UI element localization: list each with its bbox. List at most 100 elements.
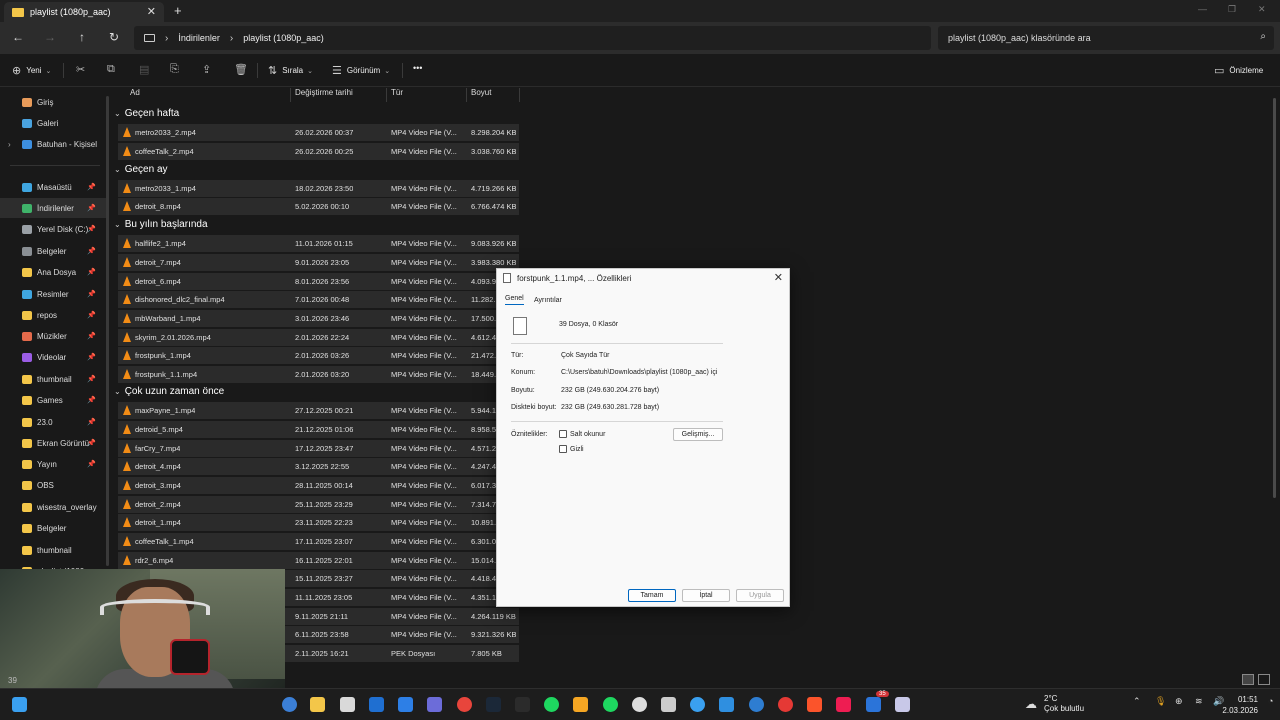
- sidebar-item[interactable]: Yayın 📌: [0, 454, 106, 474]
- ok-button[interactable]: Tamam: [628, 589, 676, 602]
- sidebar-item[interactable]: 23.0 📌: [0, 412, 106, 432]
- file-row[interactable]: detroid_5.mp4 21.12.2025 01:06 MP4 Video F…: [118, 421, 519, 438]
- teams-icon[interactable]: [427, 697, 442, 712]
- obs-icon[interactable]: [632, 697, 647, 712]
- sidebar-item[interactable]: wisestra_overlay: [0, 497, 106, 517]
- file-row[interactable]: detroit_7.mp4 9.01.2026 23:05 MP4 Video Fi…: [118, 254, 519, 271]
- new-button[interactable]: ⊕ Yeni ⌄: [12, 64, 51, 77]
- cut-icon[interactable]: ✂: [76, 63, 85, 76]
- sidebar-item[interactable]: Ana Dosya 📌: [0, 262, 106, 282]
- group-header-earlier-this-year[interactable]: ⌄ Bu yılın başlarında: [114, 219, 208, 230]
- sidebar-item[interactable]: Belgeler: [0, 518, 106, 538]
- group-header-long-ago[interactable]: ⌄ Çok uzun zaman önce: [114, 386, 224, 397]
- file-row[interactable]: detroit_4.mp4 3.12.2025 22:55 MP4 Video Fi…: [118, 458, 519, 475]
- hidden-checkbox[interactable]: [559, 445, 567, 453]
- sidebar-item[interactable]: İndirilenler 📌: [0, 198, 106, 218]
- readonly-checkbox[interactable]: [559, 430, 567, 438]
- app-icon[interactable]: [661, 697, 676, 712]
- file-explorer-icon[interactable]: [310, 697, 325, 712]
- file-row[interactable]: frostpunk_1.1.mp4 2.01.2026 03:20 MP4 Vide…: [118, 366, 519, 383]
- sidebar-item[interactable]: Videolar 📌: [0, 347, 106, 367]
- details-view-button[interactable]: [1242, 674, 1254, 685]
- column-header-type[interactable]: Tür: [387, 88, 467, 102]
- file-row[interactable]: maxPayne_1.mp4 27.12.2025 00:21 MP4 Video …: [118, 402, 519, 419]
- store-icon[interactable]: [340, 697, 355, 712]
- epic-games-icon[interactable]: [515, 697, 530, 712]
- file-row[interactable]: halflife2_1.mp4 11.01.2026 01:15 MP4 Video…: [118, 235, 519, 252]
- file-list-scrollbar[interactable]: [1273, 98, 1276, 498]
- file-row[interactable]: coffeeTalk_2.mp4 26.02.2026 00:25 MP4 Vide…: [118, 143, 519, 160]
- sidebar-item[interactable]: Masaüstü 📌: [0, 177, 106, 197]
- file-row[interactable]: metro2033_1.mp4 18.02.2026 23:50 MP4 Video…: [118, 180, 519, 197]
- sidebar-item[interactable]: Belgeler 📌: [0, 241, 106, 261]
- file-row[interactable]: dishonored_dlc2_final.mp4 7.01.2026 00:48…: [118, 291, 519, 308]
- todo-icon[interactable]: [719, 697, 734, 712]
- globe-icon[interactable]: [690, 697, 705, 712]
- outlook-icon[interactable]: [369, 697, 384, 712]
- sidebar-item[interactable]: Galeri: [0, 113, 106, 133]
- steam-icon[interactable]: [486, 697, 501, 712]
- chevron-up-icon[interactable]: ⌃: [1133, 696, 1141, 707]
- spotify-icon[interactable]: [603, 697, 618, 712]
- mail-icon[interactable]: [398, 697, 413, 712]
- sidebar-item[interactable]: repos 📌: [0, 305, 106, 325]
- group-header-last-month[interactable]: ⌄ Geçen ay: [114, 164, 168, 175]
- address-bar[interactable]: › İndirilenler › playlist (1080p_aac): [134, 26, 931, 50]
- tab-playlist[interactable]: playlist (1080p_aac) ✕: [4, 2, 164, 22]
- start-icon[interactable]: [12, 697, 27, 712]
- column-header-date[interactable]: Değiştirme tarihi: [291, 88, 387, 102]
- sidebar-item[interactable]: Yerel Disk (C:) 📌: [0, 219, 106, 239]
- file-row[interactable]: skyrim_2.01.2026.mp4 2.01.2026 22:24 MP4 V…: [118, 329, 519, 346]
- group-header-last-week[interactable]: ⌄ Geçen hafta: [114, 108, 179, 119]
- app-icon[interactable]: [895, 697, 910, 712]
- bell-icon[interactable]: ◔: [1268, 696, 1273, 706]
- search-icon[interactable]: ⌕: [1260, 31, 1266, 42]
- more-options-button[interactable]: •••: [413, 63, 422, 73]
- new-tab-button[interactable]: +: [174, 3, 182, 18]
- sublime-icon[interactable]: [573, 697, 588, 712]
- file-row[interactable]: frostpunk_1.mp4 2.01.2026 03:26 MP4 Video …: [118, 347, 519, 364]
- sidebar-item[interactable]: Müzikler 📌: [0, 326, 106, 346]
- paste-icon[interactable]: ▤: [139, 63, 149, 76]
- share-icon[interactable]: ⇪: [202, 63, 211, 76]
- search-input[interactable]: playlist (1080p_aac) klasöründe ara ⌕: [938, 26, 1274, 50]
- sort-button[interactable]: ⇅ Sırala ⌄: [268, 64, 313, 77]
- file-row[interactable]: coffeeTalk_1.mp4 17.11.2025 23:07 MP4 Vide…: [118, 533, 519, 550]
- refresh-button[interactable]: ↻: [106, 30, 122, 44]
- edge-icon[interactable]: [282, 697, 297, 712]
- weather-widget[interactable]: 2°C Çok bulutlu: [1044, 694, 1084, 714]
- minimize-button[interactable]: —: [1198, 4, 1207, 14]
- tiles-view-button[interactable]: [1258, 674, 1270, 685]
- file-row[interactable]: detroit_1.mp4 23.11.2025 22:23 MP4 Video F…: [118, 514, 519, 531]
- xbox-icon[interactable]: [544, 697, 559, 712]
- apply-button[interactable]: Uygula: [736, 589, 784, 602]
- column-header-name[interactable]: Ad: [126, 88, 291, 102]
- file-row[interactable]: detroit_3.mp4 28.11.2025 00:14 MP4 Video F…: [118, 477, 519, 494]
- sidebar-item[interactable]: OBS: [0, 475, 106, 495]
- file-row[interactable]: farCry_7.mp4 17.12.2025 23:47 MP4 Video Fi…: [118, 440, 519, 457]
- opera-icon[interactable]: [778, 697, 793, 712]
- tiktok-icon[interactable]: [836, 697, 851, 712]
- app-tray-icon[interactable]: ⊕: [1175, 696, 1183, 707]
- advanced-button[interactable]: Gelişmiş...: [673, 428, 723, 441]
- file-row[interactable]: detroit_8.mp4 5.02.2026 00:10 MP4 Video Fi…: [118, 198, 519, 215]
- file-row[interactable]: detroit_6.mp4 8.01.2026 23:56 MP4 Video Fi…: [118, 273, 519, 290]
- file-row[interactable]: metro2033_2.mp4 26.02.2026 00:37 MP4 Video…: [118, 124, 519, 141]
- sidebar-item[interactable]: Resimler 📌: [0, 284, 106, 304]
- maximize-button[interactable]: ❐: [1228, 4, 1236, 15]
- copy-icon[interactable]: ⧉: [107, 63, 115, 76]
- breadcrumb-downloads[interactable]: İndirilenler: [178, 33, 220, 43]
- sidebar-item[interactable]: Batuhan - Kişisel ›: [0, 134, 106, 154]
- cancel-button[interactable]: İptal: [682, 589, 730, 602]
- expand-icon[interactable]: ›: [8, 140, 11, 149]
- brave-icon[interactable]: [807, 697, 822, 712]
- chrome-icon[interactable]: [457, 697, 472, 712]
- back-button[interactable]: ←: [10, 30, 26, 44]
- view-button[interactable]: ☰ Görünüm ⌄: [332, 64, 390, 77]
- forward-button[interactable]: →: [42, 30, 58, 44]
- file-row[interactable]: detroit_2.mp4 25.11.2025 23:29 MP4 Video F…: [118, 496, 519, 513]
- column-header-size[interactable]: Boyut: [467, 88, 520, 102]
- close-tab-icon[interactable]: ✕: [147, 5, 156, 18]
- sidebar-item[interactable]: Games 📌: [0, 390, 106, 410]
- sidebar-item[interactable]: thumbnail: [0, 540, 106, 560]
